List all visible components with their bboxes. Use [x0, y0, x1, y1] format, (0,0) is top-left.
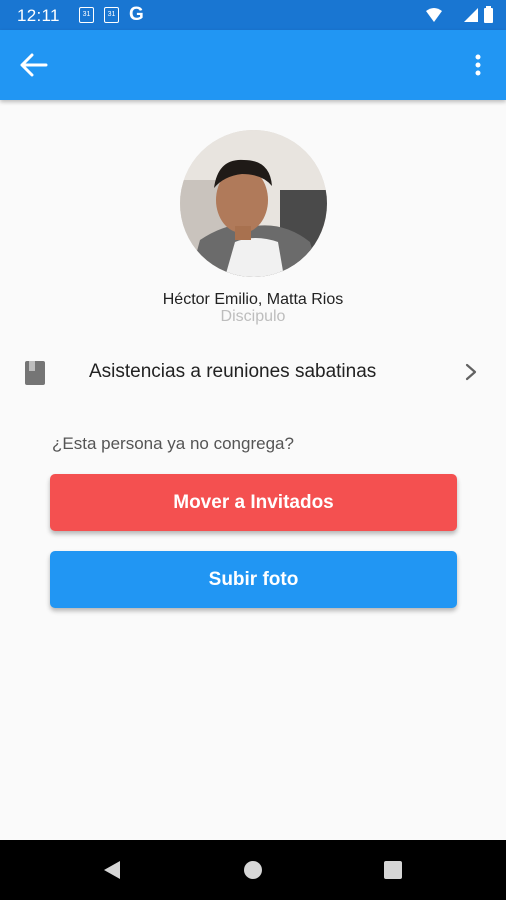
chevron-right-icon	[465, 363, 477, 381]
nav-home-icon[interactable]	[244, 861, 262, 879]
person-role: Discipulo	[220, 308, 286, 325]
book-icon	[25, 361, 45, 385]
wifi-icon	[426, 8, 442, 22]
navigation-bar	[0, 840, 506, 900]
nav-back-icon[interactable]	[103, 860, 121, 880]
move-to-invited-button[interactable]: Mover a Invitados	[50, 474, 457, 531]
calendar-icon: 31	[79, 7, 94, 23]
attendance-row[interactable]: Asistencias a reuniones sabatinas	[0, 345, 506, 399]
app-bar	[0, 30, 506, 100]
google-icon: G	[129, 4, 144, 25]
avatar	[180, 130, 327, 277]
attendance-label: Asistencias a reuniones sabatinas	[89, 361, 377, 382]
status-time: 12:11	[17, 6, 60, 25]
more-vert-icon[interactable]	[468, 53, 488, 77]
arrow-back-icon[interactable]	[20, 53, 48, 77]
battery-icon	[484, 8, 493, 23]
person-name: Héctor Emilio, Matta Rios	[162, 291, 344, 308]
calendar-icon: 31	[104, 7, 119, 23]
upload-photo-button[interactable]: Subir foto	[50, 551, 457, 608]
status-icons	[426, 6, 493, 23]
signal-icon	[464, 8, 478, 22]
status-bar: 12:11 31 31 G	[0, 0, 506, 30]
profile-photo	[180, 130, 327, 277]
nav-recents-icon[interactable]	[384, 861, 402, 879]
question-text: ¿Esta persona ya no congrega?	[52, 434, 294, 453]
